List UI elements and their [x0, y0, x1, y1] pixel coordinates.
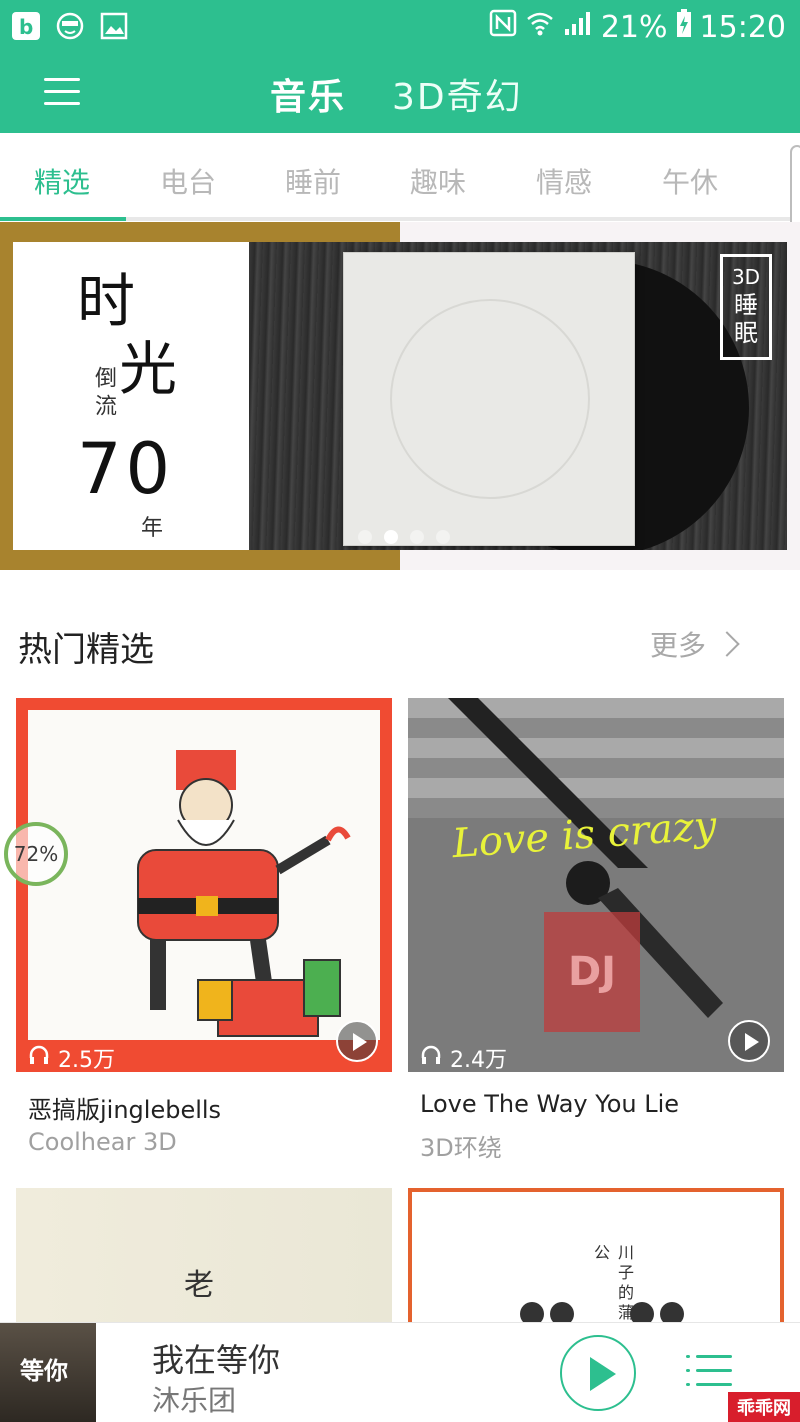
active-tab-indicator	[0, 217, 126, 221]
carousel-dot[interactable]	[410, 530, 424, 544]
nfc-icon	[489, 9, 517, 45]
playlist-button[interactable]	[686, 1351, 732, 1397]
tab-3d-fantasy[interactable]: 3D奇幻	[392, 68, 523, 120]
card-cover[interactable]: Love is crazy DJ 2.4万	[408, 698, 784, 1072]
category-tab-fun[interactable]: 趣味	[410, 161, 466, 201]
category-tab-featured[interactable]: 精选	[34, 161, 90, 201]
site-watermark: 乖乖网	[728, 1392, 800, 1422]
signal-icon	[563, 9, 593, 45]
dj-logo: DJ	[544, 912, 640, 1032]
banner-text-line3: 倒流	[91, 366, 116, 422]
banner-text-line2: 光	[119, 335, 178, 403]
carousel-dots	[358, 530, 450, 544]
card-subtitle: 3D环绕	[420, 1134, 502, 1162]
mini-player[interactable]: 等你 我在等你 沐乐团	[0, 1322, 800, 1422]
now-playing-title: 我在等你	[152, 1341, 281, 1379]
play-count: 2.4万	[420, 1042, 507, 1072]
battery-percent: 21%	[600, 9, 668, 45]
music-app-screen: b 21% 15:20 音乐 3D奇幻 精选 电台 睡前 趣味 情感 午休 时 …	[0, 0, 800, 1422]
cover-art-text: 老	[184, 1268, 214, 1303]
carousel-dot[interactable]	[358, 530, 372, 544]
banner-text-line4: 70	[77, 428, 175, 510]
face-icon	[54, 10, 86, 42]
menu-button[interactable]	[40, 70, 84, 114]
more-button[interactable]: 更多	[650, 624, 740, 664]
header-tabs: 音乐 3D奇幻	[270, 68, 523, 120]
playlist-card[interactable]: 2.5万 恶搞版jinglebells Coolhear 3D	[16, 698, 392, 1168]
playlist-card[interactable]: 川子的蒲公	[408, 1188, 784, 1322]
banner-carousel[interactable]: 时 光 倒流 70 年 3D 睡 眠	[0, 222, 800, 570]
category-tab-emotion[interactable]: 情感	[536, 161, 592, 201]
figures-illustration	[520, 1302, 684, 1322]
banner-slide[interactable]: 时 光 倒流 70 年 3D 睡 眠	[13, 242, 787, 550]
battery-charging-icon	[676, 8, 692, 46]
card-title: 恶搞版jinglebells	[28, 1096, 222, 1124]
carousel-dot[interactable]	[436, 530, 450, 544]
category-tabs: 精选 电台 睡前 趣味 情感 午休	[0, 133, 800, 221]
card-cover[interactable]: 川子的蒲公	[408, 1188, 784, 1322]
gallery-icon	[98, 10, 130, 42]
play-button[interactable]	[336, 1020, 378, 1062]
now-playing-cover[interactable]: 等你	[0, 1323, 96, 1422]
card-title: Love The Way You Lie	[420, 1090, 680, 1118]
banner-text-line5: 年	[141, 516, 164, 541]
hamburger-icon	[44, 78, 80, 81]
category-tab-nap[interactable]: 午休	[662, 161, 718, 201]
status-bar: b 21% 15:20	[0, 0, 800, 54]
section-title: 热门精选	[18, 630, 154, 670]
tab-music[interactable]: 音乐	[270, 68, 346, 120]
category-tab-radio[interactable]: 电台	[160, 161, 216, 201]
record-sleeve-image	[343, 252, 635, 546]
play-count: 2.5万	[28, 1042, 115, 1072]
wifi-icon	[525, 9, 555, 45]
carousel-dot-active[interactable]	[384, 530, 398, 544]
top-bar: b 21% 15:20 音乐 3D奇幻	[0, 0, 800, 133]
app-header: 音乐 3D奇幻	[0, 54, 800, 133]
playlist-card[interactable]: 老	[16, 1188, 392, 1322]
play-button[interactable]	[560, 1335, 636, 1411]
banner-badge: 3D 睡 眠	[720, 254, 772, 360]
now-playing-artist: 沐乐团	[152, 1384, 237, 1417]
clock: 15:20	[699, 9, 786, 45]
floating-memory-badge[interactable]: 72%	[4, 822, 68, 886]
app-b-icon: b	[10, 10, 42, 42]
santa-illustration	[28, 710, 380, 1040]
card-cover[interactable]: 2.5万	[16, 698, 392, 1072]
headphones-icon	[420, 1044, 442, 1072]
headphones-icon	[28, 1044, 50, 1072]
playlist-card[interactable]: Love is crazy DJ 2.4万 Love The Way You L…	[408, 698, 784, 1168]
chevron-right-icon	[714, 631, 740, 657]
category-tab-bedtime[interactable]: 睡前	[285, 161, 341, 201]
card-subtitle: Coolhear 3D	[28, 1128, 177, 1156]
card-cover[interactable]: 老	[16, 1188, 392, 1322]
svg-text:b: b	[19, 15, 33, 39]
play-button[interactable]	[728, 1020, 770, 1062]
